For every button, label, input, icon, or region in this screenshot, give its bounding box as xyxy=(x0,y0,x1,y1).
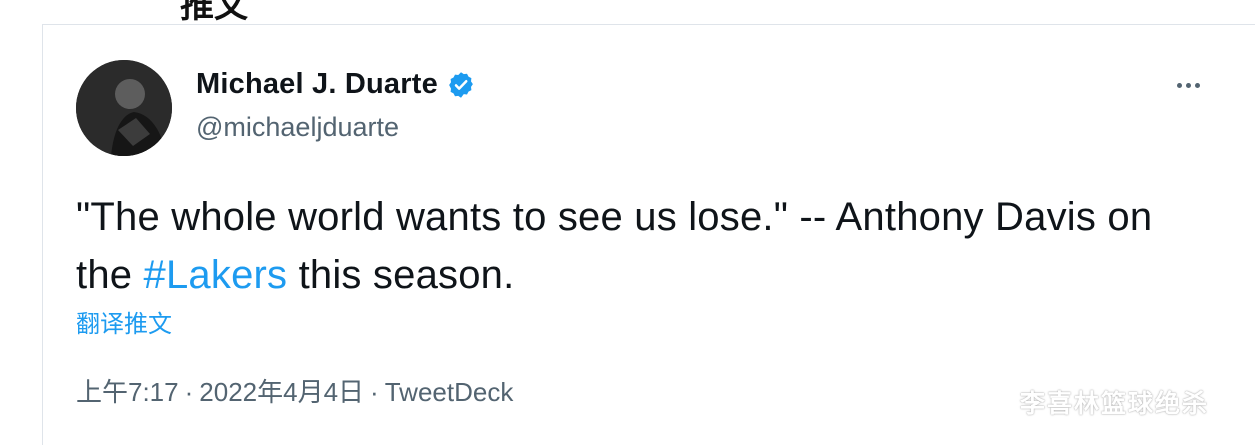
tweet-meta: 上午7:17 · 2022年4月4日 · TweetDeck xyxy=(76,372,513,409)
author-handle[interactable]: @michaeljduarte xyxy=(196,112,399,143)
tweet-text-after: this season. xyxy=(287,253,515,297)
avatar[interactable] xyxy=(76,60,172,156)
verified-badge-icon xyxy=(446,70,476,100)
meta-separator: · xyxy=(370,377,379,407)
avatar-photo xyxy=(76,60,172,156)
author-display-name[interactable]: Michael J. Duarte xyxy=(196,68,438,101)
meta-separator: · xyxy=(184,377,194,407)
hashtag-link[interactable]: #Lakers xyxy=(144,253,288,297)
tweet-text: "The whole world wants to see us lose." … xyxy=(76,188,1186,304)
tweet-source[interactable]: TweetDeck xyxy=(385,377,514,407)
author-name-row: Michael J. Duarte xyxy=(196,68,476,101)
watermark: 李喜林篮球绝杀 xyxy=(1020,390,1210,418)
page-heading-cut: 推文 xyxy=(180,0,248,24)
tweet-time[interactable]: 上午7:17 xyxy=(76,377,179,407)
translate-tweet-link[interactable]: 翻译推文 xyxy=(76,304,172,339)
more-options-icon[interactable] xyxy=(1170,70,1206,100)
tweet-date[interactable]: 2022年4月4日 xyxy=(199,377,364,407)
top-cropped-header: 推文 xyxy=(0,0,1256,24)
